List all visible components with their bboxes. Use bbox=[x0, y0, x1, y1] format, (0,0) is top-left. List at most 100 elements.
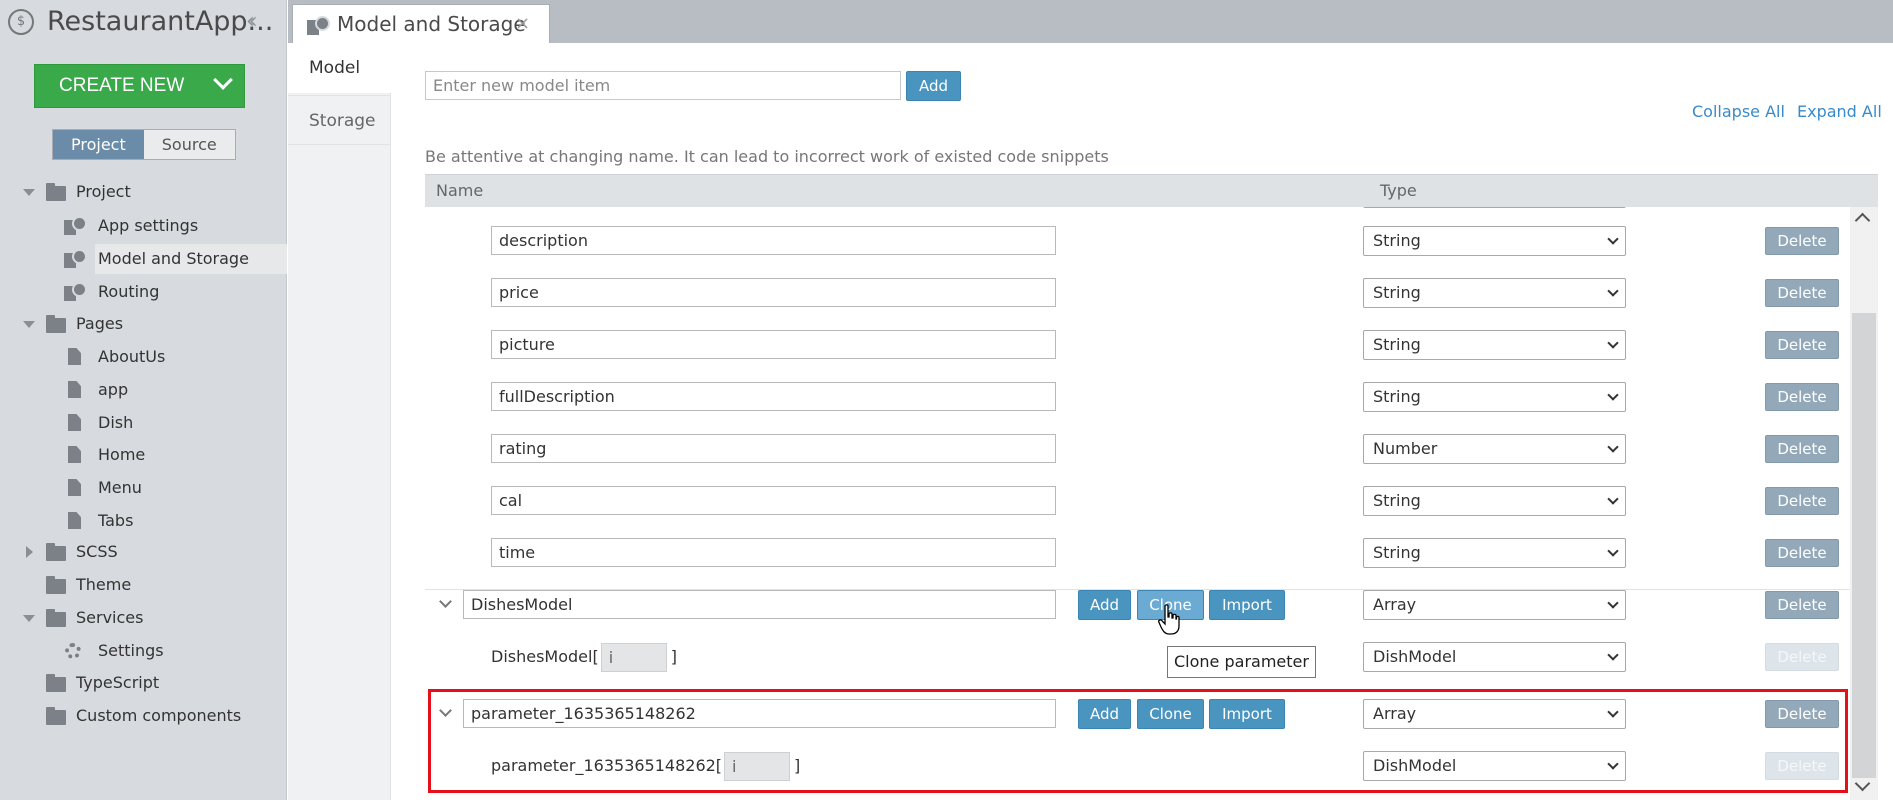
folder-icon bbox=[46, 543, 66, 561]
chevron-down-icon bbox=[1607, 758, 1619, 770]
expand-arrow-icon[interactable] bbox=[23, 189, 35, 196]
tree-item-label: app bbox=[98, 380, 129, 399]
tree-item-services[interactable]: Services bbox=[0, 603, 287, 633]
toggle-source[interactable]: Source bbox=[143, 130, 235, 159]
tree-item-routing[interactable]: Routing bbox=[0, 277, 287, 307]
selected-value: String bbox=[1373, 387, 1421, 406]
field-name-input[interactable]: rating bbox=[491, 434, 1056, 463]
parameter-name-input[interactable]: DishesModel bbox=[463, 590, 1056, 619]
chevron-down-icon bbox=[1607, 597, 1619, 609]
folder-icon bbox=[46, 576, 66, 594]
nav-model[interactable]: Model bbox=[288, 43, 391, 93]
clone-button[interactable]: Clone bbox=[1137, 699, 1204, 729]
expand-arrow-icon[interactable] bbox=[23, 321, 35, 328]
collapse-chevron-icon[interactable] bbox=[439, 704, 452, 717]
field-type-select[interactable]: String bbox=[1363, 486, 1626, 516]
field-type-select[interactable]: String bbox=[1363, 330, 1626, 360]
item-type-select[interactable]: DishModel bbox=[1363, 751, 1626, 781]
selected-value: Array bbox=[1373, 704, 1417, 723]
tree-item-custom-components[interactable]: Custom components bbox=[0, 701, 287, 731]
tree-item-model-and-storage[interactable]: Model and Storage bbox=[95, 244, 287, 274]
field-name-input[interactable]: picture bbox=[491, 330, 1056, 359]
tab-model-and-storage[interactable]: Model and Storage × bbox=[292, 4, 550, 43]
field-type-select[interactable]: String bbox=[1363, 538, 1626, 568]
field-type-select[interactable]: Number bbox=[1363, 434, 1626, 464]
toggle-project[interactable]: Project bbox=[53, 130, 144, 159]
field-name-input[interactable]: description bbox=[491, 226, 1056, 255]
tree-item-tabs[interactable]: Tabs bbox=[0, 506, 287, 536]
tree-item-app-settings[interactable]: App settings bbox=[0, 211, 287, 241]
index-input[interactable]: i bbox=[600, 643, 667, 672]
tree-item-scss[interactable]: SCSS bbox=[0, 537, 287, 567]
array-index-label: parameter_1635365148262[i] bbox=[491, 751, 800, 781]
tree-item-project[interactable]: Project bbox=[0, 177, 287, 207]
delete-button-disabled: Delete bbox=[1765, 752, 1839, 780]
project-source-toggle: Project Source bbox=[52, 129, 236, 160]
tree-item-home[interactable]: Home bbox=[0, 440, 287, 470]
collapse-chevron-icon[interactable] bbox=[439, 595, 452, 608]
collapse-all-link[interactable]: Collapse All bbox=[1692, 102, 1785, 121]
table-row: picture String Delete bbox=[425, 330, 1850, 382]
tree-item-pages[interactable]: Pages bbox=[0, 309, 287, 339]
tree-item-label: Theme bbox=[76, 575, 132, 594]
expand-all-link[interactable]: Expand All bbox=[1797, 102, 1882, 121]
expand-arrow-icon[interactable] bbox=[26, 546, 33, 558]
field-name-input[interactable]: price bbox=[491, 278, 1056, 307]
delete-button[interactable]: Delete bbox=[1765, 279, 1839, 307]
table-row: description String Delete bbox=[425, 226, 1850, 278]
add-child-button[interactable]: Add bbox=[1078, 590, 1131, 620]
tree-item-theme[interactable]: Theme bbox=[0, 570, 287, 600]
field-type-select[interactable]: String bbox=[1363, 382, 1626, 412]
delete-button[interactable]: Delete bbox=[1765, 591, 1839, 619]
settings-page-icon bbox=[64, 282, 87, 301]
scrollbar-thumb[interactable] bbox=[1852, 313, 1876, 778]
index-input[interactable]: i bbox=[724, 752, 791, 781]
delete-button[interactable]: Delete bbox=[1765, 227, 1839, 255]
close-icon[interactable]: × bbox=[515, 13, 530, 34]
parameter-type-select[interactable]: Array bbox=[1363, 590, 1626, 620]
add-model-item-button[interactable]: Add bbox=[906, 71, 961, 101]
expand-arrow-icon[interactable] bbox=[23, 615, 35, 622]
create-new-button[interactable]: CREATE NEW bbox=[34, 64, 245, 108]
import-button[interactable]: Import bbox=[1209, 699, 1285, 729]
page-icon bbox=[68, 414, 81, 431]
delete-button[interactable]: Delete bbox=[1765, 331, 1839, 359]
delete-button[interactable]: Delete bbox=[1765, 383, 1839, 411]
delete-button[interactable]: Delete bbox=[1765, 435, 1839, 463]
field-type-select[interactable] bbox=[1363, 207, 1626, 208]
delete-button[interactable]: Delete bbox=[1765, 539, 1839, 567]
tree-item-label: Tabs bbox=[98, 511, 134, 530]
selected-value: String bbox=[1373, 335, 1421, 354]
tree-item-typescript[interactable]: TypeScript bbox=[0, 668, 287, 698]
parameter-name-input[interactable]: parameter_1635365148262 bbox=[463, 699, 1056, 728]
field-type-select[interactable]: String bbox=[1363, 226, 1626, 256]
chevron-down-icon bbox=[1607, 493, 1619, 505]
chevron-down-icon[interactable] bbox=[213, 70, 233, 90]
tree-item-settings[interactable]: Settings bbox=[0, 636, 287, 666]
collapse-sidebar-icon[interactable]: ‹‹ bbox=[246, 9, 257, 34]
new-model-item-input[interactable] bbox=[425, 71, 901, 100]
index-suffix: ] bbox=[794, 756, 801, 775]
selected-value: DishModel bbox=[1373, 756, 1457, 775]
field-type-select[interactable]: String bbox=[1363, 278, 1626, 308]
selected-value: String bbox=[1373, 543, 1421, 562]
delete-button[interactable]: Delete bbox=[1765, 700, 1839, 728]
table-row-parameter: parameter_1635365148262 Add Clone Import… bbox=[425, 699, 1850, 751]
chevron-down-icon bbox=[1607, 337, 1619, 349]
field-name-input[interactable]: fullDescription bbox=[491, 382, 1056, 411]
delete-button[interactable]: Delete bbox=[1765, 487, 1839, 515]
page-icon bbox=[68, 348, 81, 365]
settings-page-icon bbox=[307, 16, 330, 35]
tree-item-dish[interactable]: Dish bbox=[0, 408, 287, 438]
tree-item-app[interactable]: app bbox=[0, 375, 287, 405]
item-type-select[interactable]: DishModel bbox=[1363, 642, 1626, 672]
tree-item-menu[interactable]: Menu bbox=[0, 473, 287, 503]
field-name-input[interactable]: time bbox=[491, 538, 1056, 567]
table-row bbox=[425, 207, 1850, 219]
add-child-button[interactable]: Add bbox=[1078, 699, 1131, 729]
nav-storage[interactable]: Storage bbox=[288, 95, 391, 145]
parameter-type-select[interactable]: Array bbox=[1363, 699, 1626, 729]
field-name-input[interactable]: cal bbox=[491, 486, 1056, 515]
import-button[interactable]: Import bbox=[1209, 590, 1285, 620]
tree-item-aboutus[interactable]: AboutUs bbox=[0, 342, 287, 372]
